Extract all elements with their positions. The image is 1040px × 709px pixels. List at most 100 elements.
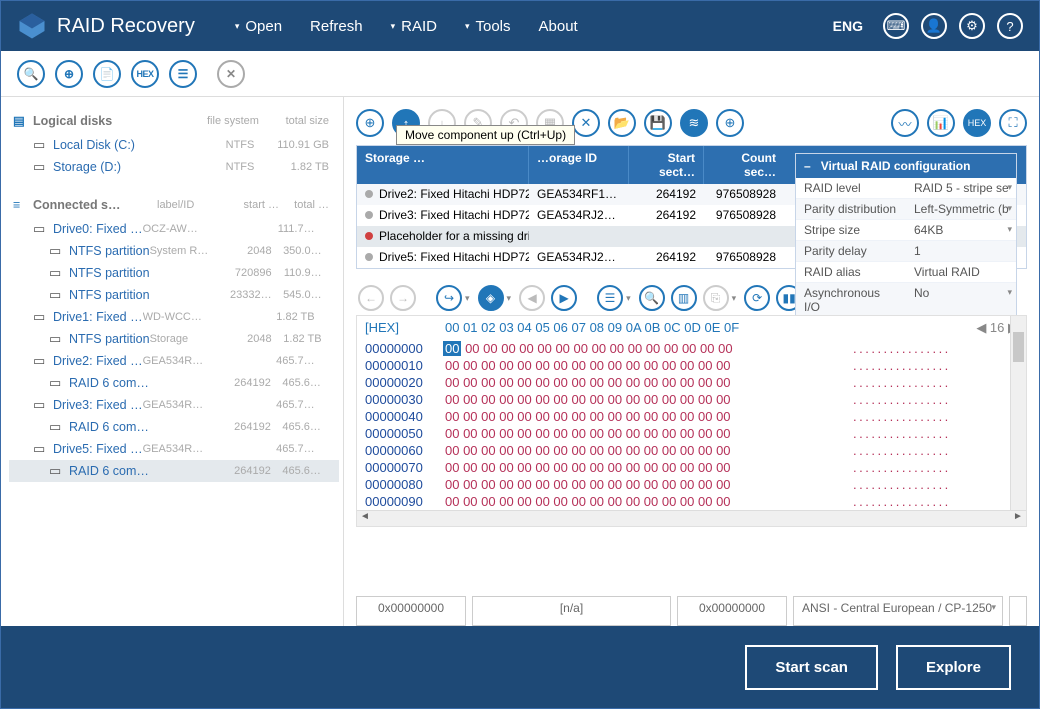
menu-open[interactable]: ▾Open bbox=[235, 18, 282, 35]
list-button[interactable]: ☰ bbox=[169, 60, 197, 88]
col-storage-id[interactable]: …orage ID bbox=[529, 146, 629, 184]
hex-row[interactable]: 0000007000 00 00 00 00 00 00 00 00 00 00… bbox=[357, 459, 1026, 476]
partition-row[interactable]: ▭RAID 6 com…264192465.6… bbox=[9, 416, 339, 438]
file-button[interactable]: 📄 bbox=[93, 60, 121, 88]
hex-scrollbar-horizontal[interactable]: ◄► bbox=[357, 510, 1026, 526]
partition-icon: ▭ bbox=[49, 331, 69, 347]
add-component-button[interactable]: ⊕ bbox=[356, 109, 384, 137]
hex-encoding-select[interactable]: ANSI - Central European / CP-1250▾ bbox=[793, 596, 1003, 626]
partition-row[interactable]: ▭RAID 6 com…264192465.6… bbox=[9, 460, 339, 482]
search-button[interactable]: 🔍 bbox=[17, 60, 45, 88]
app-logo-icon bbox=[17, 11, 47, 41]
add-button[interactable]: ⊕ bbox=[716, 109, 744, 137]
hex-row[interactable]: 0000002000 00 00 00 00 00 00 00 00 00 00… bbox=[357, 374, 1026, 391]
drive-row[interactable]: ▭Drive0: Fixed …OCZ-AW…111.7… bbox=[9, 218, 339, 240]
menu-refresh[interactable]: Refresh bbox=[310, 18, 363, 35]
hex-layout-button[interactable]: ▥ bbox=[671, 285, 697, 311]
drive-icon: ▭ bbox=[33, 397, 53, 413]
deep-search-button[interactable]: ⊕ bbox=[55, 60, 83, 88]
layers-button[interactable]: ≋ bbox=[680, 109, 708, 137]
raid-config-row[interactable]: Stripe size64KB▾ bbox=[796, 220, 1016, 241]
delete-button[interactable]: ✕ bbox=[572, 109, 600, 137]
open-button[interactable]: 📂 bbox=[608, 109, 636, 137]
drive-icon: ▭ bbox=[33, 441, 53, 457]
hex-row[interactable]: 0000003000 00 00 00 00 00 00 00 00 00 00… bbox=[357, 391, 1026, 408]
explore-button[interactable]: Explore bbox=[896, 645, 1011, 690]
hex-status-fields: 0x00000000 [n/a] 0x00000000 ANSI - Centr… bbox=[356, 596, 1027, 626]
hex-next-mark-button[interactable]: ▶ bbox=[551, 285, 577, 311]
menu-about[interactable]: About bbox=[539, 18, 578, 35]
logical-disk-row[interactable]: ▭Storage (D:)NTFS1.82 TB bbox=[9, 156, 339, 178]
partition-icon: ▭ bbox=[49, 375, 69, 391]
raid-config-row[interactable]: RAID aliasVirtual RAID bbox=[796, 262, 1016, 283]
partition-icon: ▭ bbox=[49, 265, 69, 281]
raid-config-row[interactable]: Parity delay1 bbox=[796, 241, 1016, 262]
partition-row[interactable]: ▭NTFS partitionStorage20481.82 TB bbox=[9, 328, 339, 350]
hex-back-button: ← bbox=[358, 285, 384, 311]
keyboard-icon[interactable]: ⌨ bbox=[883, 13, 909, 39]
hex-bookmark-button[interactable]: ◈ bbox=[478, 285, 504, 311]
hex-refresh-button[interactable]: ⟳ bbox=[744, 285, 770, 311]
status-dot-icon bbox=[365, 253, 373, 261]
titlebar: RAID Recovery ▾Open Refresh ▾RAID ▾Tools… bbox=[1, 1, 1039, 51]
drive-icon: ▭ bbox=[33, 353, 53, 369]
hex-row[interactable]: 0000004000 00 00 00 00 00 00 00 00 00 00… bbox=[357, 408, 1026, 425]
language-selector[interactable]: ENG bbox=[833, 18, 863, 34]
raid-config-row[interactable]: Parity distributionLeft-Symmetric (b▾ bbox=[796, 199, 1016, 220]
menu-tools[interactable]: ▾Tools bbox=[465, 18, 511, 35]
tooltip: Move component up (Ctrl+Up) bbox=[396, 125, 575, 145]
chart-button[interactable]: 📊 bbox=[927, 109, 955, 137]
hex-row[interactable]: 0000000000 00 00 00 00 00 00 00 00 00 00… bbox=[357, 340, 1026, 357]
hex-row[interactable]: 0000005000 00 00 00 00 00 00 00 00 00 00… bbox=[357, 425, 1026, 442]
user-icon[interactable]: 👤 bbox=[921, 13, 947, 39]
hex-scrollbar-vertical[interactable] bbox=[1010, 316, 1026, 510]
logical-disk-row[interactable]: ▭Local Disk (C:)NTFS110.91 GB bbox=[9, 134, 339, 156]
activity-button[interactable]: 〰 bbox=[891, 109, 919, 137]
hex-addr2[interactable]: 0x00000000 bbox=[677, 596, 787, 626]
col-start-sector[interactable]: Start sect… bbox=[629, 146, 704, 184]
hex-forward-button: → bbox=[390, 285, 416, 311]
settings-icon[interactable]: ⚙ bbox=[959, 13, 985, 39]
save-button[interactable]: 💾 bbox=[644, 109, 672, 137]
drive-row[interactable]: ▭Drive3: Fixed …GEA534R…465.7… bbox=[9, 394, 339, 416]
app-title: RAID Recovery bbox=[57, 15, 195, 38]
hex-row[interactable]: 0000009000 00 00 00 00 00 00 00 00 00 00… bbox=[357, 493, 1026, 510]
partition-icon: ▭ bbox=[49, 243, 69, 259]
hex-extra-field[interactable] bbox=[1009, 596, 1027, 626]
partition-row[interactable]: ▭RAID 6 com…264192465.6… bbox=[9, 372, 339, 394]
hex-row[interactable]: 0000008000 00 00 00 00 00 00 00 00 00 00… bbox=[357, 476, 1026, 493]
hex-row[interactable]: 0000006000 00 00 00 00 00 00 00 00 00 00… bbox=[357, 442, 1026, 459]
drive-row[interactable]: ▭Drive2: Fixed …GEA534R…465.7… bbox=[9, 350, 339, 372]
start-scan-button[interactable]: Start scan bbox=[745, 645, 878, 690]
hex-viewer[interactable]: [HEX] 00 01 02 03 04 05 06 07 08 09 0A 0… bbox=[356, 315, 1027, 527]
col-storage-name[interactable]: Storage … bbox=[357, 146, 529, 184]
hex-addr1[interactable]: 0x00000000 bbox=[356, 596, 466, 626]
partition-row[interactable]: ▭NTFS partitionSystem R…2048350.0… bbox=[9, 240, 339, 262]
raid-config-row[interactable]: Asynchronous I/ONo▾ bbox=[796, 283, 1016, 318]
menu-raid[interactable]: ▾RAID bbox=[391, 18, 437, 35]
disk-icon: ▭ bbox=[33, 137, 53, 153]
logical-disks-header: ▤ Logical disks file systemtotal size bbox=[9, 107, 339, 134]
help-icon[interactable]: ? bbox=[997, 13, 1023, 39]
hex-goto-button[interactable]: ↪ bbox=[436, 285, 462, 311]
hex-button[interactable]: HEX bbox=[131, 60, 159, 88]
hex-view-button[interactable]: HEX bbox=[963, 109, 991, 137]
hex-row[interactable]: 0000001000 00 00 00 00 00 00 00 00 00 00… bbox=[357, 357, 1026, 374]
partition-row[interactable]: ▭NTFS partition23332…545.0… bbox=[9, 284, 339, 306]
partition-icon: ▭ bbox=[49, 287, 69, 303]
drive-row[interactable]: ▭Drive5: Fixed …GEA534R…465.7… bbox=[9, 438, 339, 460]
raid-config-row[interactable]: RAID levelRAID 5 - stripe se▾ bbox=[796, 178, 1016, 199]
col-count-sector[interactable]: Count sec… bbox=[704, 146, 784, 184]
drive-row[interactable]: ▭Drive1: Fixed …WD-WCC…1.82 TB bbox=[9, 306, 339, 328]
disks-icon: ▤ bbox=[13, 113, 33, 128]
close-button[interactable]: ✕ bbox=[217, 60, 245, 88]
partition-row[interactable]: ▭NTFS partition720896110.9… bbox=[9, 262, 339, 284]
drive-icon: ▭ bbox=[33, 221, 53, 237]
expand-button[interactable]: ⛶ bbox=[999, 109, 1027, 137]
hex-na[interactable]: [n/a] bbox=[472, 596, 671, 626]
hex-prev-mark-button: ◀ bbox=[519, 285, 545, 311]
hex-search-button[interactable]: 🔍 bbox=[639, 285, 665, 311]
hex-list-button[interactable]: ☰ bbox=[597, 285, 623, 311]
sidebar: ▤ Logical disks file systemtotal size ▭L… bbox=[1, 97, 344, 626]
disk-icon: ▭ bbox=[33, 159, 53, 175]
